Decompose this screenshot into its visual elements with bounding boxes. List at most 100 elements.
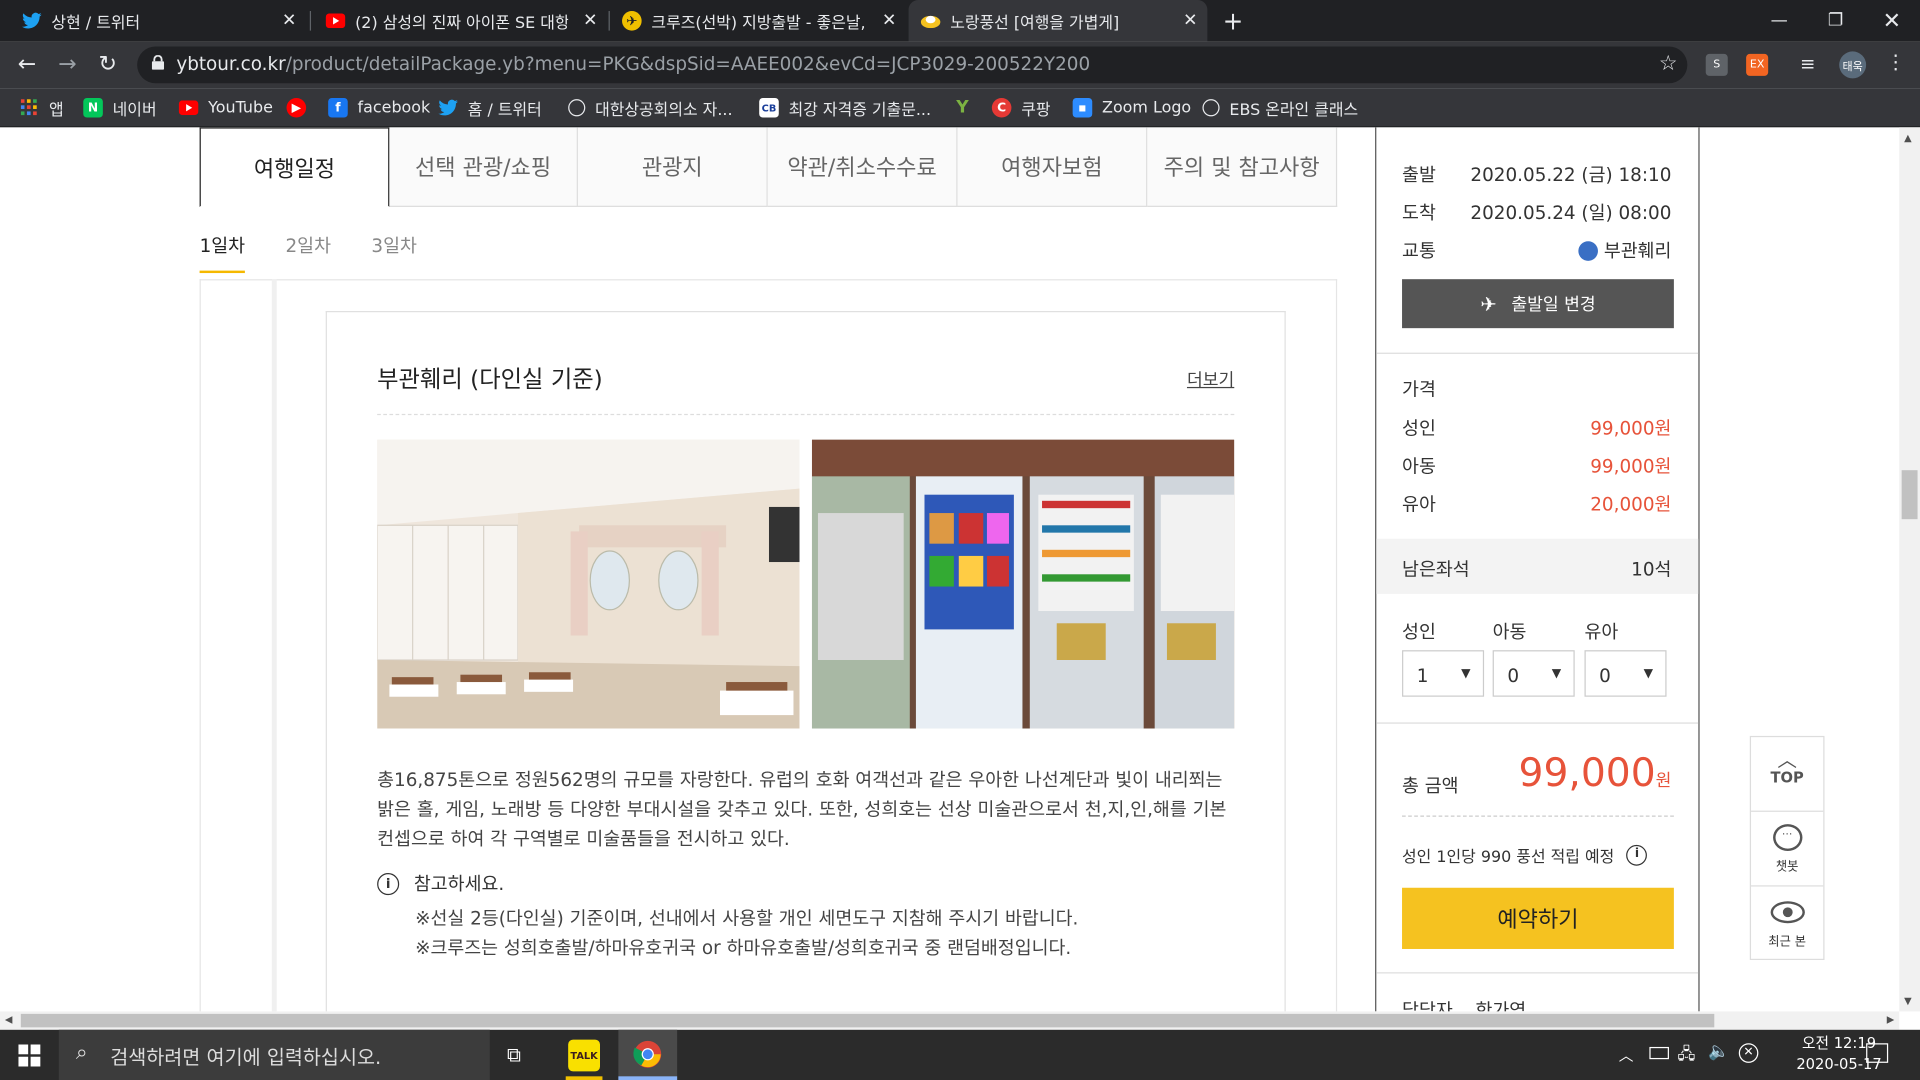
close-icon[interactable]: ✕ [282,11,296,31]
task-view-icon[interactable]: ⧉ [507,1043,521,1067]
reserve-button[interactable]: 예약하기 [1402,887,1674,949]
divider [199,279,201,1012]
close-icon[interactable]: ✕ [882,11,896,31]
restore-icon[interactable]: ❐ [1807,0,1863,42]
volume-icon[interactable]: 🔈 [1708,1042,1729,1062]
scroll-right-icon[interactable]: ▶ [1887,1014,1895,1025]
chevron-up-icon[interactable]: ︿ [1619,1044,1634,1065]
twitter-icon [22,11,42,31]
vertical-scrollbar[interactable]: ▲ ▼ [1899,127,1920,1012]
scroll-down-icon[interactable]: ▼ [1904,996,1912,1007]
price-value: 20,000원 [1590,493,1672,516]
more-link[interactable]: 더보기 [1187,367,1234,391]
seats-value: 10석 [1631,558,1672,581]
browser-toolbar: ← → ↻ ybtour.co.kr/product/detailPackage… [0,41,1920,89]
media-queue-icon[interactable]: ≡ [1800,53,1815,75]
youtube-icon [178,98,199,118]
bookmark-cert-exam[interactable]: CB 최강 자격증 기출문... [759,96,931,120]
day-tab-2[interactable]: 2일차 [285,233,330,273]
adult-count-select[interactable]: 1 ▼ [1402,650,1485,697]
depart-label: 출발 [1402,164,1436,187]
tab-optional-tours[interactable]: 선택 관광/쇼핑 [389,127,578,207]
tab-title: 노랑풍선 [여행을 가볍게] [950,14,1120,33]
chrome-taskbar-button[interactable] [618,1029,678,1080]
browser-tab[interactable]: (2) 삼성의 진짜 아이폰 SE 대항마 ✕ [313,0,607,42]
search-icon: ⌕ [75,1040,88,1066]
scroll-up-icon[interactable]: ▲ [1904,132,1912,143]
bookmark-korcham[interactable]: 대한상공회의소 자... [568,96,733,120]
browser-tab[interactable]: ✈ 크루즈(선박) 지방출발 - 좋은날, ✕ [610,0,906,42]
forward-icon[interactable]: → [53,51,82,78]
ime-icon[interactable]: ✕ [1738,1043,1759,1063]
windows-start-icon[interactable] [18,1044,41,1071]
back-icon[interactable]: ← [12,51,41,78]
arrive-value: 2020.05.24 (일) 08:00 [1470,202,1672,225]
tab-title: (2) 삼성의 진짜 아이폰 SE 대항마 [355,14,569,33]
close-icon[interactable]: ✕ [1183,11,1197,31]
kakaotalk-icon[interactable]: TALK [568,1039,601,1072]
battery-icon[interactable] [1649,1046,1669,1060]
notification-icon[interactable] [1866,1043,1889,1063]
browser-tab-active[interactable]: 노랑풍선 [여행을 가볍게] ✕ [908,0,1208,42]
bookmark-zoom[interactable]: ▪ Zoom Logo [1072,96,1192,120]
bookmark-naver[interactable]: N 네이버 [83,96,157,120]
twitter-icon [438,98,458,118]
select-value: 1 [1416,664,1429,687]
address-bar[interactable]: ybtour.co.kr/product/detailPackage.yb?me… [137,46,1688,84]
transport-value: 부관훼리 [1603,240,1672,263]
recent-button[interactable]: 최근 본 [1751,887,1823,962]
page-viewport: 여행일정 선택 관광/쇼핑 관광지 약관/취소수수료 여행자보험 주의 및 참고… [0,127,1920,1012]
change-date-button[interactable]: ✈ 출발일 변경 [1402,279,1674,329]
top-button[interactable]: ︿ TOP [1751,737,1824,812]
arrive-label: 도착 [1402,202,1436,225]
tab-insurance[interactable]: 여행자보험 [957,127,1148,207]
minimize-icon[interactable]: — [1751,0,1807,42]
bookmark-twitter[interactable]: 홈 / 트위터 [438,96,542,120]
reload-icon[interactable]: ↻ [93,51,122,78]
horizontal-scroll-thumb[interactable] [20,1013,1715,1028]
pax-label-adult: 성인 [1402,620,1436,643]
tab-terms[interactable]: 약관/취소수수료 [767,127,958,207]
scroll-left-icon[interactable]: ◀ [5,1014,13,1025]
tab-notes[interactable]: 주의 및 참고사항 [1147,127,1338,207]
infant-count-select[interactable]: 0 ▼ [1584,650,1667,697]
bookmark-star-icon[interactable]: ☆ [1659,51,1678,75]
cabin-photo[interactable] [377,439,800,729]
bookmark-facebook[interactable]: f facebook [328,96,430,120]
naver-icon: N [83,97,103,118]
tab-itinerary[interactable]: 여행일정 [199,127,390,207]
vertical-scroll-thumb[interactable] [1901,470,1918,520]
close-icon[interactable]: ✕ [583,11,597,31]
extension-s-icon[interactable]: S [1705,53,1728,76]
network-icon[interactable]: 🖧 [1678,1043,1696,1070]
bookmark-apps[interactable]: 앱 [20,96,64,120]
child-count-select[interactable]: 0 ▼ [1492,650,1575,697]
menu-dots-icon[interactable]: ⋮ [1886,50,1906,73]
bookmark-y[interactable]: Y [953,96,982,120]
seats-label: 남은좌석 [1402,558,1470,581]
browser-tab[interactable]: 상현 / 트위터 ✕ [10,0,306,42]
day-tab-3[interactable]: 3일차 [371,233,416,273]
taskbar-search-input[interactable]: ⌕ 검색하려면 여기에 입력하십시오. [58,1029,490,1080]
divider [1402,815,1674,817]
info-icon[interactable]: i [1626,844,1648,866]
bookmark-label: 대한상공회의소 자... [595,101,733,120]
tab-attractions[interactable]: 관광지 [577,127,768,207]
vending-machine-photo[interactable] [811,439,1235,729]
bookmark-youtube-music[interactable]: ▶ [286,96,316,120]
caret-down-icon: ▼ [1643,667,1654,681]
day-tab-1[interactable]: 1일차 [199,233,246,274]
chatbot-button[interactable]: ··· 챗봇 [1751,812,1824,887]
bookmark-label: 네이버 [112,101,157,120]
extension-ex-icon[interactable]: EX [1746,53,1769,76]
profile-avatar[interactable]: 태욱 [1839,51,1867,79]
bookmark-youtube[interactable]: YouTube [178,96,273,120]
bookmark-coupang[interactable]: C 쿠팡 [991,96,1051,120]
divider [199,279,1338,281]
new-tab-icon[interactable]: + [1220,7,1247,34]
bookmark-label: facebook [357,98,431,117]
close-window-icon[interactable]: ✕ [1864,0,1920,42]
bookmark-label: Zoom Logo [1102,98,1192,117]
bookmark-ebs[interactable]: EBS 온라인 클래스 [1202,96,1358,120]
yellowballoon-icon [920,11,941,31]
